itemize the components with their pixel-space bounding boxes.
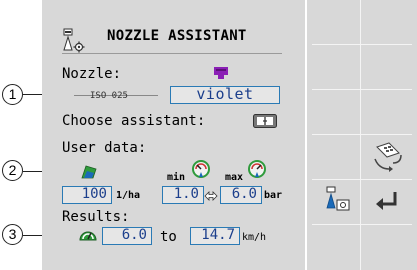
nozzle-gear-icon (63, 28, 85, 53)
min-label: min (167, 172, 186, 183)
pressure-max-field[interactable]: 6.0 (220, 186, 262, 204)
calculator-switch-icon[interactable] (253, 114, 277, 128)
nozzle-color-field[interactable]: violet (170, 86, 280, 104)
softkey-divider (312, 89, 412, 90)
swap-arrows-icon (204, 191, 218, 201)
to-label: to (160, 229, 177, 245)
callout-3: 3 (2, 224, 23, 245)
return-arrow-icon (376, 192, 397, 210)
window-title: NOZZLE ASSISTANT (107, 28, 247, 44)
nozzle-color-icon (214, 67, 228, 79)
calculator-switch-icon (374, 142, 402, 172)
speed-unit: km/h (242, 232, 267, 243)
speed-to-field: 14.7 (190, 227, 240, 245)
speedometer-icon (79, 231, 97, 241)
pressure-min-field[interactable]: 1.0 (162, 186, 204, 204)
softkey-divider (312, 224, 412, 225)
title-divider (62, 53, 282, 54)
rate-field[interactable]: 100 (62, 186, 112, 204)
field-area-icon (81, 165, 97, 179)
softkey-calculator-switch[interactable] (361, 135, 413, 179)
speed-from-field: 6.0 (102, 227, 152, 245)
softkey-nozzle-settings[interactable] (309, 180, 361, 224)
callout-2: 2 (2, 160, 23, 181)
pressure-unit: bar (264, 190, 283, 201)
softkey-return[interactable] (361, 180, 413, 224)
max-label: max (225, 172, 244, 183)
nozzle-label: Nozzle: (62, 66, 122, 82)
user-data-label: User data: (62, 140, 147, 156)
choose-assistant-label: Choose assistant: (62, 113, 206, 129)
results-label: Results: (62, 209, 130, 225)
nozzle-standard: ISO 025 (90, 91, 128, 101)
rate-unit: 1/ha (116, 190, 141, 201)
nozzle-settings-icon (326, 186, 350, 211)
pressure-gauge-max-icon (248, 160, 266, 178)
softkey-divider (312, 44, 412, 45)
pressure-gauge-min-icon (192, 160, 210, 178)
callout-1: 1 (2, 84, 23, 105)
nozzle-assistant-panel: NOZZLE ASSISTANT Nozzle: ISO 025 violet … (42, 0, 305, 270)
